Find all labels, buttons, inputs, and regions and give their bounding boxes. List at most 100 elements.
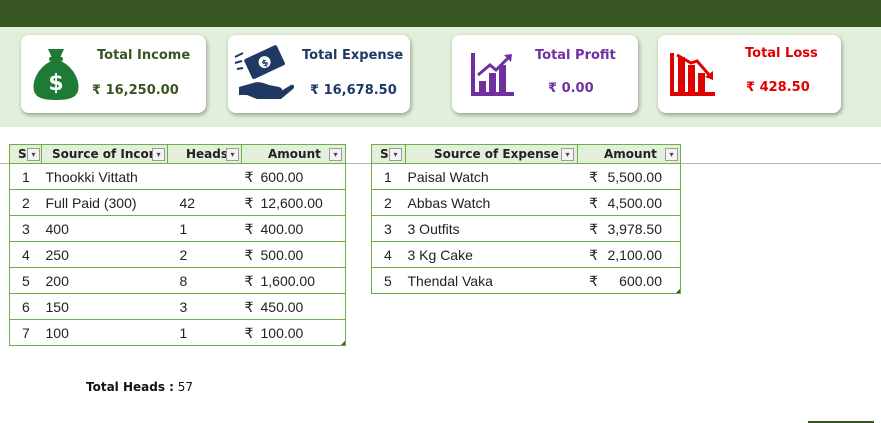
heads-cell[interactable]: 2 <box>167 241 242 268</box>
amount-cell[interactable]: ₹400.00 <box>241 215 346 242</box>
amount-cell[interactable]: ₹5,500.00 <box>577 163 681 190</box>
amount-text: 12,600.00 <box>260 195 323 211</box>
sno-cell[interactable]: 4 <box>9 241 42 268</box>
sno-cell[interactable]: 4 <box>371 241 406 268</box>
total-loss-card[interactable]: Total Loss ₹ 428.50 <box>658 35 841 113</box>
bar-chart-up-icon <box>471 53 514 96</box>
total-income-card[interactable]: $ Total Income ₹ 16,250.00 <box>21 35 206 113</box>
source-cell[interactable]: Thendal Vaka <box>405 267 578 294</box>
heads-cell[interactable]: 1 <box>167 319 242 346</box>
rupee-symbol: ₹ <box>589 221 598 237</box>
sno-text: 7 <box>22 325 30 341</box>
source-cell[interactable]: Paisal Watch <box>405 163 578 190</box>
source-cell[interactable]: 150 <box>41 293 168 320</box>
table-row[interactable]: 5 200 8 ₹1,600.00 <box>9 267 346 294</box>
heads-cell[interactable]: 1 <box>167 215 242 242</box>
rupee-symbol: ₹ <box>589 247 598 263</box>
table-row[interactable]: 5 Thendal Vaka ₹600.00 <box>371 267 681 294</box>
table-row[interactable]: 3 3 Outfits ₹3,978.50 <box>371 215 681 242</box>
filter-dropdown-icon[interactable]: ▾ <box>27 148 40 161</box>
amount-cell[interactable]: ₹100.00 <box>241 319 346 346</box>
income-col-source-header[interactable]: Source of Incom ▾ <box>41 144 168 164</box>
sno-cell[interactable]: 3 <box>9 215 42 242</box>
rupee-symbol: ₹ <box>589 195 598 211</box>
source-cell[interactable]: 3 Outfits <box>405 215 578 242</box>
amount-text: 4,500.00 <box>607 195 663 211</box>
table-row[interactable]: 1 Paisal Watch ₹5,500.00 <box>371 163 681 190</box>
sno-cell[interactable]: 1 <box>371 163 406 190</box>
amount-cell[interactable]: ₹600.00 <box>241 163 346 190</box>
heads-text: 1 <box>179 221 188 237</box>
filter-dropdown-icon[interactable]: ▾ <box>561 148 574 161</box>
heads-cell[interactable]: 8 <box>167 267 242 294</box>
expense-col-sno-label: S <box>380 147 389 161</box>
source-cell[interactable]: Thookki Vittath <box>41 163 168 190</box>
amount-cell[interactable]: ₹1,600.00 <box>241 267 346 294</box>
sno-cell[interactable]: 2 <box>371 189 406 216</box>
income-col-heads-header[interactable]: Heads ▾ <box>167 144 242 164</box>
source-cell[interactable]: 250 <box>41 241 168 268</box>
heads-cell[interactable]: 3 <box>167 293 242 320</box>
rupee-symbol: ₹ <box>244 273 254 289</box>
source-text: 150 <box>45 299 69 315</box>
table-row[interactable]: 6 150 3 ₹450.00 <box>9 293 346 320</box>
source-cell[interactable]: Abbas Watch <box>405 189 578 216</box>
amount-text: 600.00 <box>619 273 662 289</box>
sno-cell[interactable]: 3 <box>371 215 406 242</box>
amount-text: 600.00 <box>260 169 304 185</box>
total-profit-card[interactable]: Total Profit ₹ 0.00 <box>452 35 638 113</box>
source-cell[interactable]: 3 Kg Cake <box>405 241 578 268</box>
table-row[interactable]: 3 400 1 ₹400.00 <box>9 215 346 242</box>
sno-cell[interactable]: 5 <box>9 267 42 294</box>
source-cell[interactable]: 100 <box>41 319 168 346</box>
rupee-symbol: ₹ <box>244 195 254 211</box>
total-expense-card[interactable]: $ Total Expense ₹ 16,678.50 <box>228 35 410 113</box>
heads-cell[interactable] <box>167 163 242 190</box>
sno-cell[interactable]: 5 <box>371 267 406 294</box>
heads-cell[interactable]: 42 <box>167 189 242 216</box>
sno-cell[interactable]: 6 <box>9 293 42 320</box>
source-cell[interactable]: 400 <box>41 215 168 242</box>
amount-cell[interactable]: ₹4,500.00 <box>577 189 681 216</box>
rupee-symbol: ₹ <box>589 273 598 289</box>
filter-dropdown-icon[interactable]: ▾ <box>152 148 165 161</box>
table-row[interactable]: 2 Full Paid (300) 42 ₹12,600.00 <box>9 189 346 216</box>
svg-text:$: $ <box>48 71 63 96</box>
sno-cell[interactable]: 2 <box>9 189 42 216</box>
amount-cell[interactable]: ₹2,100.00 <box>577 241 681 268</box>
amount-cell[interactable]: ₹600.00 <box>577 267 681 294</box>
income-col-amount-header[interactable]: Amount ▾ <box>241 144 346 164</box>
amount-text: 5,500.00 <box>607 169 663 185</box>
table-row[interactable]: 4 3 Kg Cake ₹2,100.00 <box>371 241 681 268</box>
expense-col-amount-header[interactable]: Amount ▾ <box>577 144 681 164</box>
total-loss-value: ₹ 428.50 <box>746 80 810 95</box>
filter-dropdown-icon[interactable]: ▾ <box>389 148 402 161</box>
source-text: Full Paid (300) <box>45 195 137 211</box>
table-resize-handle[interactable] <box>676 289 680 293</box>
income-col-sno-header[interactable]: S ▾ <box>9 144 42 164</box>
table-resize-handle[interactable] <box>341 341 345 345</box>
table-row[interactable]: 1 Thookki Vittath ₹600.00 <box>9 163 346 190</box>
sno-cell[interactable]: 7 <box>9 319 42 346</box>
total-loss-title: Total Loss <box>745 46 818 61</box>
heads-text: 8 <box>179 273 188 289</box>
table-row[interactable]: 7 100 1 ₹100.00 <box>9 319 346 346</box>
table-row[interactable]: 4 250 2 ₹500.00 <box>9 241 346 268</box>
summary-band: $ Total Income ₹ 16,250.00 $ Total Expen… <box>0 27 881 127</box>
income-col-heads-label: Heads <box>186 147 229 161</box>
amount-cell[interactable]: ₹3,978.50 <box>577 215 681 242</box>
amount-cell[interactable]: ₹500.00 <box>241 241 346 268</box>
filter-dropdown-icon[interactable]: ▾ <box>226 148 239 161</box>
source-cell[interactable]: 200 <box>41 267 168 294</box>
amount-cell[interactable]: ₹450.00 <box>241 293 346 320</box>
table-row[interactable]: 2 Abbas Watch ₹4,500.00 <box>371 189 681 216</box>
expense-col-source-header[interactable]: Source of Expense ▾ <box>405 144 578 164</box>
filter-dropdown-icon[interactable]: ▾ <box>329 148 342 161</box>
filter-dropdown-icon[interactable]: ▾ <box>665 148 678 161</box>
sno-cell[interactable]: 1 <box>9 163 42 190</box>
source-cell[interactable]: Full Paid (300) <box>41 189 168 216</box>
total-income-value: ₹ 16,250.00 <box>92 83 179 98</box>
expense-col-sno-header[interactable]: S ▾ <box>371 144 406 164</box>
amount-cell[interactable]: ₹12,600.00 <box>241 189 346 216</box>
source-text: Paisal Watch <box>407 169 489 185</box>
